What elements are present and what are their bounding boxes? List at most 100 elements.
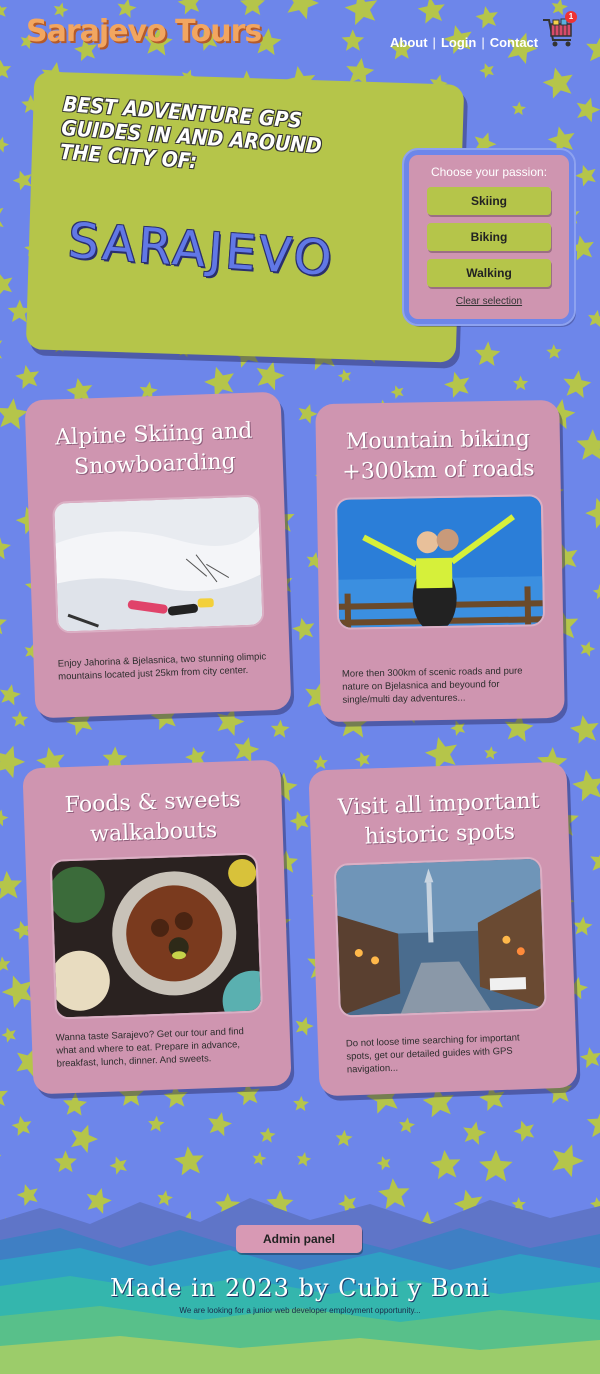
star-shape [337,369,352,383]
star-shape [313,755,328,770]
star-shape [585,497,600,529]
star-shape [417,0,445,24]
star-shape [296,1152,312,1167]
cart-count-badge: 1 [565,11,577,23]
star-shape [0,956,11,972]
star-shape [15,364,40,389]
star-shape [0,745,26,779]
star-shape [512,101,526,116]
star-shape [109,1156,127,1175]
nav-contact-link[interactable]: Contact [490,35,538,50]
star-shape [0,1083,9,1108]
star-shape [576,97,600,123]
star-shape [293,1095,309,1112]
brand-logo[interactable]: Sarajevo Tours [26,14,262,49]
star-shape [0,334,3,364]
cart-button[interactable]: 1 [541,11,577,50]
star-shape [592,584,600,600]
card-title: Visit all important historic spots [337,788,540,850]
star-shape [1,1027,16,1043]
nav-separator: | [481,35,485,50]
star-shape [588,310,600,328]
star-shape [0,684,21,706]
star-shape [63,1092,88,1116]
tour-card-biking[interactable]: Mountain biking +300km of roads More the… [315,399,565,723]
star-shape [11,1115,32,1137]
star-shape [287,0,319,20]
nav-login-link[interactable]: Login [441,35,476,50]
food-photo [51,854,261,1018]
card-title: Alpine Skiing and Snowboarding [54,418,253,480]
star-shape [570,715,599,744]
star-shape [0,476,2,493]
nav-about-link[interactable]: About [390,35,428,50]
star-shape [0,2,8,19]
star-shape [0,809,9,827]
star-shape [54,1150,77,1173]
tour-card-foods[interactable]: Foods & sweets walkabouts Wanna taste Sa… [22,759,292,1095]
star-shape [572,769,600,802]
star-shape [563,370,592,399]
star-shape [289,811,309,831]
star-shape [11,710,29,727]
star-shape [0,534,11,560]
star-shape [575,164,596,187]
star-shape [572,916,593,936]
star-shape [252,1151,267,1166]
star-shape [148,1115,165,1132]
star-shape [479,63,494,79]
clear-selection-link[interactable]: Clear selection [409,296,569,307]
historic-street-photo [335,858,545,1016]
star-shape [546,344,562,359]
star-shape [341,29,365,51]
star-shape [580,1047,600,1069]
star-shape [0,202,4,234]
star-shape [450,720,466,736]
picker-label: Choose your passion: [430,165,548,179]
star-shape [234,737,260,763]
skiing-photo [54,496,263,632]
walking-button[interactable]: Walking [427,259,551,287]
star-shape [0,610,7,635]
star-shape [354,751,370,768]
skiing-button[interactable]: Skiing [427,187,551,215]
star-shape [444,371,470,398]
star-shape [542,67,573,99]
star-shape [580,641,596,657]
card-title: Foods & sweets walkabouts [64,787,241,848]
star-shape [335,1129,353,1147]
star-shape [256,361,285,391]
star-shape [71,1124,99,1153]
star-shape [586,34,600,63]
star-shape [0,870,23,900]
footer-title: Made in 2023 by Cubi y Boni [110,1274,490,1302]
star-shape [475,341,501,366]
star-shape [513,1120,535,1142]
tour-card-historic[interactable]: Visit all important historic spots Do no… [308,761,578,1097]
card-description: Do not loose time searching for importan… [345,1032,520,1076]
star-shape [475,6,498,29]
star-shape [512,375,529,391]
star-shape [295,1016,314,1036]
star-shape [0,59,12,80]
star-shape [479,1149,513,1182]
footer-subtitle: We are looking for a junior web develope… [179,1306,421,1315]
card-description: Wanna taste Sarajevo? Get our tour and f… [55,1026,245,1070]
biking-photo [336,496,544,628]
star-shape [552,1144,584,1178]
star-shape [376,1156,391,1171]
star-shape [174,1146,204,1176]
biking-button[interactable]: Biking [427,223,551,251]
star-shape [344,0,378,26]
tour-card-skiing[interactable]: Alpine Skiing and Snowboarding Enjoy Jah… [24,391,292,719]
star-shape [484,746,498,760]
admin-panel-button[interactable]: Admin panel [236,1225,362,1253]
star-shape [208,1112,232,1137]
star-shape [270,719,290,738]
star-shape [463,1121,487,1145]
star-shape [586,1108,600,1138]
star-shape [590,849,600,873]
star-shape [0,136,9,153]
star-shape [430,1149,461,1180]
star-shape [259,1127,276,1143]
